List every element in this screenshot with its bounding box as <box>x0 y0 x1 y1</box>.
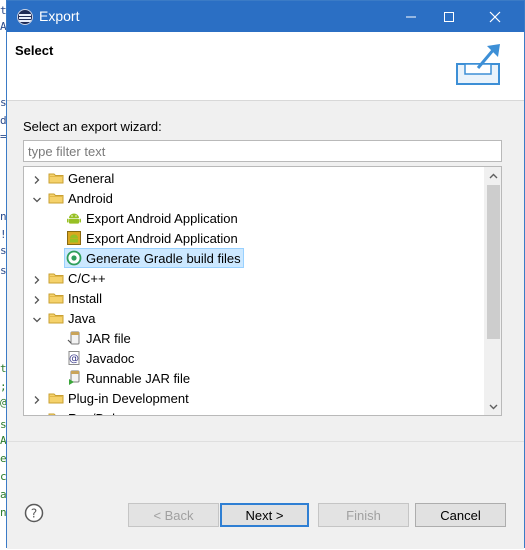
tree-item-label: Export Android Application <box>86 210 238 226</box>
button-bar: ? < Back Next > Finish Cancel <box>7 441 524 549</box>
chevron-down-icon[interactable] <box>32 193 42 203</box>
gradle-icon <box>66 250 82 266</box>
title-bar[interactable]: Export <box>7 1 524 32</box>
tree-item-label: Android <box>68 190 113 206</box>
vertical-scrollbar[interactable] <box>484 167 501 415</box>
tree-item[interactable]: Export Android Application <box>24 228 484 248</box>
tree-item[interactable]: JAR file <box>24 328 484 348</box>
wizard-tree[interactable]: General Android Export Android Application… <box>23 166 502 416</box>
export-dialog: Export Select Select an export wizard: G… <box>6 0 525 549</box>
window-title: Export <box>39 8 80 24</box>
chevron-right-icon[interactable] <box>32 173 42 184</box>
tree-item[interactable]: Runnable JAR file <box>24 368 484 388</box>
tree-item-label: Export Android Application <box>86 230 238 246</box>
finish-button[interactable]: Finish <box>318 503 409 527</box>
tree-item-label: C/C++ <box>68 270 106 286</box>
svg-text:@: @ <box>69 354 79 365</box>
chevron-right-icon[interactable] <box>32 293 42 304</box>
chevron-right-icon[interactable] <box>32 273 42 284</box>
maximize-icon <box>444 11 454 22</box>
close-button[interactable] <box>472 1 518 32</box>
wizard-body: Select an export wizard: General Android E… <box>7 102 524 440</box>
javadoc-icon: @ <box>66 350 82 366</box>
wizard-header: Select <box>7 32 524 101</box>
tree-item-label: Plug-in Development <box>68 390 189 406</box>
folder-icon <box>48 310 64 326</box>
chevron-up-icon <box>489 173 498 178</box>
tree-viewport: General Android Export Android Application… <box>24 167 484 415</box>
chevron-right-icon[interactable] <box>32 413 42 415</box>
tree-item[interactable]: Install <box>24 288 484 308</box>
tree-item-label: JAR file <box>86 330 131 346</box>
wizard-prompt: Select an export wizard: <box>23 119 162 134</box>
tree-item-label: General <box>68 170 115 186</box>
close-icon <box>489 11 501 22</box>
tree-item[interactable]: Plug-in Development <box>24 388 484 408</box>
help-icon[interactable]: ? <box>24 503 44 523</box>
maximize-button[interactable] <box>426 1 472 32</box>
chevron-down-icon[interactable] <box>32 313 42 323</box>
filter-input[interactable] <box>23 140 502 162</box>
runnable-jar-icon <box>66 370 82 386</box>
folder-icon <box>48 270 64 286</box>
folder-icon <box>48 170 64 186</box>
tree-item[interactable]: Java <box>24 308 484 328</box>
android-package-icon <box>66 230 82 246</box>
chevron-right-icon[interactable] <box>32 393 42 404</box>
next-button[interactable]: Next > <box>220 503 309 527</box>
jar-icon <box>66 330 82 346</box>
folder-icon <box>48 190 64 206</box>
chevron-down-icon <box>489 404 498 409</box>
minimize-icon <box>406 16 416 17</box>
folder-icon <box>48 410 64 415</box>
scrollbar-thumb[interactable] <box>487 185 500 339</box>
tree-item[interactable]: @ Javadoc <box>24 348 484 368</box>
tree-item[interactable]: General <box>24 168 484 188</box>
tree-item[interactable]: Run/Debug <box>24 408 484 416</box>
tree-item-label: Java <box>68 310 96 326</box>
tree-item[interactable]: Export Android Application <box>24 208 484 228</box>
page-title: Select <box>15 43 54 58</box>
tree-item-label: Runnable JAR file <box>86 370 191 386</box>
export-wizard-banner-icon <box>456 44 500 85</box>
svg-text:?: ? <box>31 507 37 521</box>
tree-item[interactable]: Android <box>24 188 484 208</box>
tree-item[interactable]: C/C++ <box>24 268 484 288</box>
folder-icon <box>48 290 64 306</box>
tree-item-label: Install <box>68 290 102 306</box>
folder-icon <box>48 390 64 406</box>
cancel-button[interactable]: Cancel <box>415 503 506 527</box>
tree-item-label: Generate Gradle build files <box>86 250 241 266</box>
eclipse-icon <box>17 9 33 25</box>
tree-item-label: Javadoc <box>86 350 135 366</box>
scroll-down-button[interactable] <box>485 398 501 415</box>
android-icon <box>66 210 82 226</box>
tree-item[interactable]: Generate Gradle build files <box>24 248 484 268</box>
tree-item-label: Run/Debug <box>68 411 134 416</box>
back-button[interactable]: < Back <box>128 503 219 527</box>
scroll-up-button[interactable] <box>485 167 501 184</box>
